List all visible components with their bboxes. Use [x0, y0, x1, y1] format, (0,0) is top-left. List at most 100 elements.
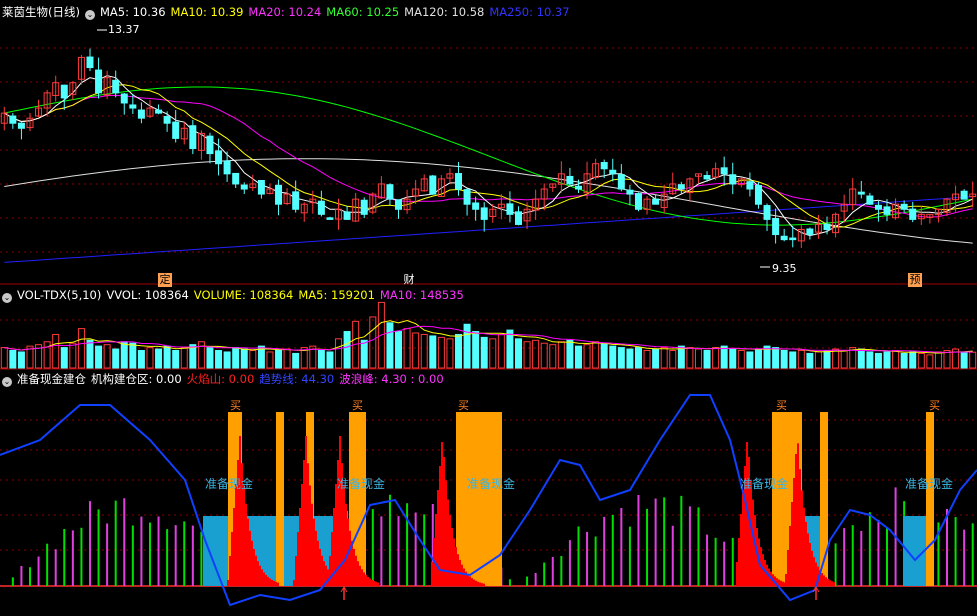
buy-column: [456, 412, 502, 586]
volume-bar: [112, 348, 120, 369]
volume-bar: [617, 347, 625, 369]
volume-bar: [292, 352, 300, 369]
candle-body: [634, 193, 642, 210]
candle-body: [806, 228, 814, 236]
volume-bar: [155, 348, 163, 369]
volume-bar: [0, 347, 8, 369]
yu-marker: 预: [908, 273, 922, 287]
volume-bar: [737, 350, 745, 369]
volume-bar: [592, 341, 600, 369]
candle-body: [874, 204, 882, 210]
volume-bar: [172, 350, 180, 369]
volume-bar: [283, 348, 291, 369]
candle-body: [137, 109, 145, 119]
candle-body: [275, 184, 283, 205]
candle-body: [155, 109, 163, 114]
volume-bar: [703, 350, 711, 369]
candle-body: [60, 84, 68, 99]
volume-bar: [335, 338, 343, 369]
volume-bar: [789, 351, 797, 369]
volume-bar: [386, 322, 394, 369]
volume-bar: [934, 351, 942, 369]
candle-body: [360, 199, 368, 215]
volume-bar: [514, 338, 522, 369]
candle-body: [780, 235, 788, 241]
candle-body: [823, 223, 831, 231]
buy-signal-3: 买: [458, 399, 469, 412]
candle-body: [900, 203, 908, 210]
ding-marker: 定: [158, 273, 172, 287]
volume-bar: [437, 336, 445, 369]
candle-body: [326, 217, 334, 220]
chart-window[interactable]: 莱茵生物(日线) ⌄ MA5: 10.36 MA10: 10.39 MA20: 10.2…: [0, 0, 977, 616]
candle-body: [626, 189, 634, 195]
chart-canvas[interactable]: [0, 0, 977, 616]
volume-bar: [746, 351, 754, 369]
cai-marker: 财: [403, 273, 415, 286]
candle-body: [463, 189, 471, 205]
candle-body: [574, 185, 582, 190]
candle-body: [866, 195, 874, 205]
volume-bar: [900, 352, 908, 369]
vol-ma5-line: [4, 319, 973, 354]
volume-bar: [806, 352, 814, 369]
candle-body: [343, 211, 351, 220]
volume-bar: [137, 350, 145, 369]
candle-body: [86, 56, 94, 69]
volume-bar: [754, 348, 762, 369]
volume-bar: [369, 316, 377, 369]
candle-body: [506, 203, 514, 215]
volume-bar: [240, 348, 248, 369]
candle-body: [763, 205, 771, 220]
candle-body: [240, 184, 248, 190]
candle-body: [206, 135, 214, 155]
candle-body: [883, 206, 891, 215]
volume-bar: [17, 351, 25, 369]
low-price-label: 9.35: [772, 262, 797, 275]
candle-body: [566, 175, 574, 185]
candle-body: [909, 208, 917, 220]
volume-bar: [146, 347, 154, 369]
candle-body: [223, 160, 231, 175]
volume-bar: [455, 333, 463, 369]
volume-bar: [600, 342, 608, 369]
candle-body: [232, 172, 240, 185]
volume-bar: [446, 338, 454, 369]
volume-bar: [9, 350, 17, 369]
volume-bar: [634, 347, 642, 369]
volume-bar: [660, 347, 668, 369]
cash-label-5: 准备现金: [905, 477, 954, 491]
volume-bar: [69, 342, 77, 369]
buy-column: [276, 412, 284, 586]
volume-bar: [814, 351, 822, 369]
candle-body: [703, 175, 711, 180]
volume-bar: [275, 350, 283, 369]
candle-body: [317, 200, 325, 215]
volume-bar: [909, 351, 917, 369]
candle-body: [472, 202, 480, 210]
volume-bar: [720, 345, 728, 369]
volume-bar: [892, 350, 900, 369]
volume-bar: [463, 323, 471, 369]
volume-bar: [960, 351, 968, 369]
volume-bar: [729, 348, 737, 369]
candle-body: [455, 173, 463, 190]
candle-body: [215, 150, 223, 165]
cash-label-1: 准备现金: [205, 477, 254, 491]
volume-bar: [412, 332, 420, 369]
candle-body: [960, 190, 968, 200]
vol-ma10-line: [4, 325, 973, 353]
buy-column: [926, 412, 934, 586]
candle-body: [129, 104, 137, 109]
volume-bar: [120, 341, 128, 369]
volume-bar: [249, 350, 257, 369]
volume-bar: [317, 350, 325, 369]
candle-body: [395, 199, 403, 210]
volume-bar: [163, 345, 171, 369]
volume-bar: [780, 350, 788, 369]
high-price-label: 13.37: [108, 23, 140, 36]
candle-body: [746, 181, 754, 190]
cash-label-2: 准备现金: [337, 477, 386, 491]
candle-body: [677, 184, 685, 190]
volume-bar: [557, 341, 565, 369]
